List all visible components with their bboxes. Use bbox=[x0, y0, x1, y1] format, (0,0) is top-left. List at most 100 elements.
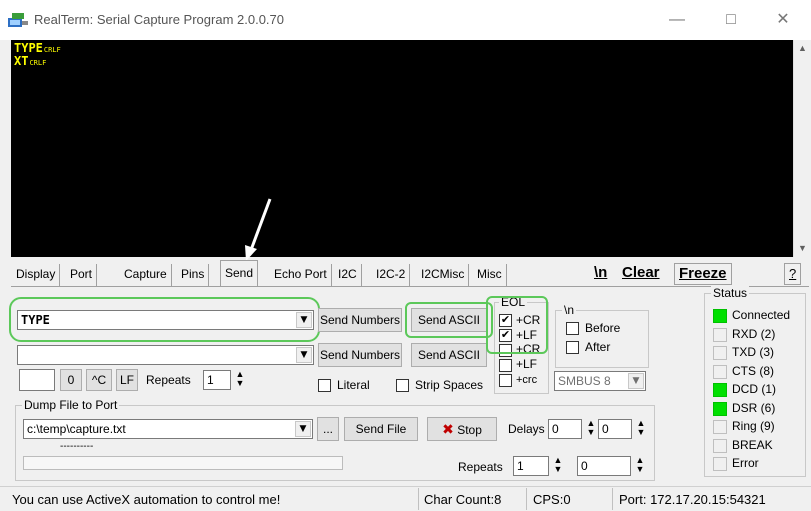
highlight-eol bbox=[486, 296, 548, 354]
send-file-button[interactable]: Send File bbox=[344, 417, 418, 441]
send-line2-combo[interactable]: ▼ bbox=[17, 345, 314, 365]
terminal-scrollbar[interactable]: ▲ ▼ bbox=[793, 40, 810, 257]
after-label: After bbox=[585, 340, 611, 354]
char-input[interactable] bbox=[19, 369, 55, 391]
highlight-send-ascii bbox=[405, 302, 493, 338]
delay1-spinner-icon[interactable]: ▲ ▼ bbox=[584, 419, 598, 439]
char-count: Char Count:8 bbox=[424, 492, 502, 507]
dump-file-path-value: c:\temp\capture.txt bbox=[27, 422, 126, 436]
strip-spaces-checkbox[interactable] bbox=[396, 379, 409, 392]
window-title: RealTerm: Serial Capture Program 2.0.0.7… bbox=[34, 12, 285, 27]
dump-repeats2-input[interactable]: 0 bbox=[577, 456, 631, 476]
eol-crc-checkbox[interactable] bbox=[499, 374, 512, 387]
status-label: Connected bbox=[732, 308, 791, 322]
eol-lf-checkbox-2[interactable] bbox=[499, 359, 512, 372]
newline-group: \n bbox=[555, 303, 649, 368]
clear-button[interactable]: Clear bbox=[622, 263, 660, 285]
tab-port[interactable]: Port bbox=[66, 264, 98, 286]
realterm-app-icon bbox=[8, 12, 28, 28]
scroll-down-icon[interactable]: ▼ bbox=[794, 243, 811, 253]
send-ascii-button-2[interactable]: Send ASCII bbox=[411, 343, 487, 367]
repeats-input[interactable]: 1 bbox=[203, 370, 231, 390]
tab-send[interactable]: Send bbox=[220, 260, 259, 287]
repeats-label: Repeats bbox=[146, 373, 191, 387]
chevron-down-icon[interactable]: ▼ bbox=[295, 421, 311, 437]
status-led bbox=[713, 401, 727, 416]
tab-misc[interactable]: Misc bbox=[473, 264, 507, 286]
status-led bbox=[713, 420, 727, 434]
tab-pins[interactable]: Pins bbox=[177, 264, 210, 286]
before-checkbox[interactable] bbox=[566, 322, 579, 335]
dump-file-title: Dump File to Port bbox=[22, 398, 120, 412]
cps-value: CPS:0 bbox=[533, 492, 571, 507]
terminal-line: XTCRLF bbox=[14, 54, 47, 68]
status-led bbox=[713, 383, 727, 397]
dump-repeats1-input[interactable]: 1 bbox=[513, 456, 549, 476]
smbus-select[interactable]: SMBUS 8 ▼ bbox=[554, 371, 646, 391]
dump-repeats2-spinner-icon[interactable]: ▲ ▼ bbox=[633, 456, 647, 476]
status-label: DCD (1) bbox=[732, 382, 776, 396]
stop-label: Stop bbox=[457, 423, 482, 437]
strip-spaces-label: Strip Spaces bbox=[415, 378, 484, 392]
help-button[interactable]: ? bbox=[784, 263, 802, 285]
repeats-spinner-icon[interactable]: ▲ ▼ bbox=[233, 370, 247, 390]
status-led bbox=[713, 457, 727, 471]
dump-progress-text: ---------- bbox=[60, 441, 94, 452]
status-message: You can use ActiveX automation to contro… bbox=[12, 492, 281, 507]
freeze-button[interactable]: Freeze bbox=[674, 263, 732, 285]
lf-button[interactable]: LF bbox=[116, 369, 138, 391]
chevron-down-icon[interactable]: ▼ bbox=[628, 373, 644, 389]
status-label: CTS (8) bbox=[732, 363, 774, 378]
newline-group-title: \n bbox=[562, 303, 577, 317]
dump-file-path[interactable]: c:\temp\capture.txt ▼ bbox=[23, 419, 313, 439]
dump-repeats-label: Repeats bbox=[458, 460, 503, 474]
status-divider bbox=[418, 488, 419, 510]
pointer-arrow-icon bbox=[245, 198, 272, 261]
terminal-display[interactable]: TYPECRLF XTCRLF bbox=[11, 40, 793, 257]
browse-button[interactable]: ... bbox=[317, 417, 339, 441]
eol-lf-label-2: +LF bbox=[516, 357, 538, 371]
delays-label: Delays bbox=[508, 422, 545, 436]
close-button[interactable]: ✕ bbox=[760, 6, 806, 34]
crlf-marker: CRLF bbox=[43, 46, 61, 54]
smbus-value: SMBUS 8 bbox=[558, 374, 611, 388]
port-address: Port: 172.17.20.15:54321 bbox=[619, 492, 766, 507]
tab-i2c[interactable]: I2C bbox=[334, 264, 362, 286]
crlf-marker: CRLF bbox=[29, 59, 47, 67]
stop-button[interactable]: ✖ Stop bbox=[427, 417, 497, 441]
tab-echo-port[interactable]: Echo Port bbox=[270, 264, 332, 286]
send-numbers-button-2[interactable]: Send Numbers bbox=[318, 343, 402, 367]
tab-capture[interactable]: Capture bbox=[120, 264, 172, 286]
status-label: TXD (3) bbox=[732, 345, 774, 359]
send-numbers-button-1[interactable]: Send Numbers bbox=[318, 308, 402, 332]
minimize-button[interactable]: — bbox=[654, 6, 700, 34]
status-label: DSR (6) bbox=[732, 400, 776, 415]
status-led bbox=[713, 438, 727, 453]
maximize-button[interactable]: □ bbox=[708, 6, 754, 34]
delay1-input[interactable]: 0 bbox=[548, 419, 582, 439]
status-label: RXD (2) bbox=[732, 326, 776, 341]
ctrl-c-button[interactable]: ^C bbox=[86, 369, 112, 391]
status-led bbox=[713, 346, 727, 360]
status-label: BREAK bbox=[732, 437, 773, 452]
tab-i2c-2[interactable]: I2C-2 bbox=[372, 264, 411, 286]
dump-repeats1-spinner-icon[interactable]: ▲ ▼ bbox=[551, 456, 565, 476]
delay2-input[interactable]: 0 bbox=[598, 419, 632, 439]
newline-button[interactable]: \n bbox=[594, 263, 607, 285]
status-label: Ring (9) bbox=[732, 419, 775, 433]
literal-checkbox[interactable] bbox=[318, 379, 331, 392]
tab-display[interactable]: Display bbox=[12, 264, 61, 286]
status-led bbox=[713, 327, 727, 342]
delay2-spinner-icon[interactable]: ▲ ▼ bbox=[634, 419, 648, 439]
scroll-up-icon[interactable]: ▲ bbox=[794, 43, 811, 53]
status-title: Status bbox=[711, 286, 750, 300]
tab-i2cmisc[interactable]: I2CMisc bbox=[417, 264, 470, 286]
zero-button[interactable]: 0 bbox=[60, 369, 82, 391]
status-divider bbox=[612, 488, 613, 510]
status-label: Error bbox=[732, 456, 759, 470]
literal-label: Literal bbox=[337, 378, 370, 392]
terminal-line: TYPECRLF bbox=[14, 41, 61, 55]
chevron-down-icon[interactable]: ▼ bbox=[296, 347, 312, 363]
after-checkbox[interactable] bbox=[566, 341, 579, 354]
status-divider bbox=[526, 488, 527, 510]
